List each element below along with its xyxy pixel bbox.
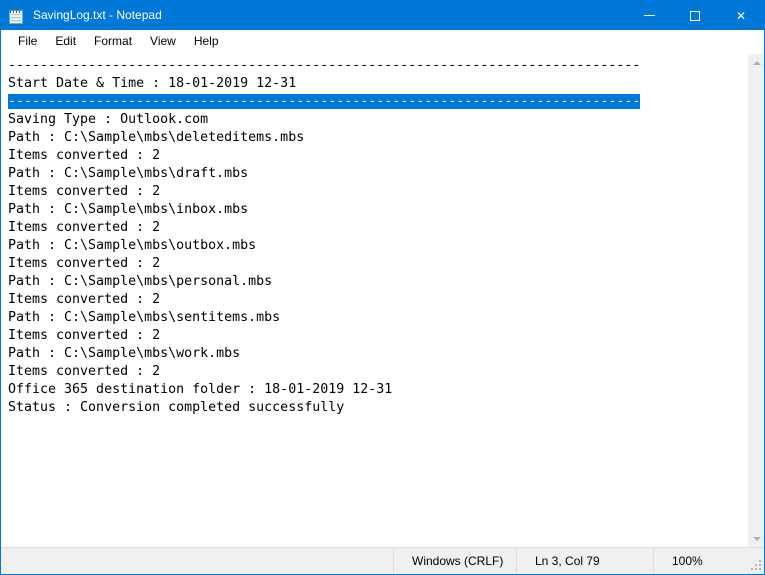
text-editor[interactable]: ----------------------------------------… bbox=[1, 54, 747, 547]
scroll-down-arrow-icon[interactable] bbox=[748, 530, 765, 547]
editor-line: Start Date & Time : 18-01-2019 12-31 bbox=[8, 76, 297, 91]
menu-item-file[interactable]: File bbox=[9, 32, 46, 52]
menu-bar: File Edit Format View Help bbox=[1, 30, 764, 53]
notepad-window: SavingLog.txt - Notepad ✕ File Edit Form… bbox=[0, 0, 765, 575]
minimize-button[interactable] bbox=[626, 1, 672, 30]
editor-line: ----------------------------------------… bbox=[8, 93, 747, 111]
editor-line: Items converted : 2 bbox=[8, 364, 161, 379]
close-icon: ✕ bbox=[735, 8, 747, 23]
editor-line: Path : C:\Sample\mbs\outbox.mbs bbox=[8, 238, 257, 253]
maximize-icon bbox=[690, 10, 700, 21]
editor-line: Items converted : 2 bbox=[8, 148, 161, 163]
window-controls: ✕ bbox=[626, 1, 764, 30]
vertical-scrollbar[interactable] bbox=[747, 54, 764, 547]
maximize-button[interactable] bbox=[672, 1, 718, 30]
editor-line: Items converted : 2 bbox=[8, 220, 161, 235]
editor-line: Items converted : 2 bbox=[8, 292, 161, 307]
editor-area: ----------------------------------------… bbox=[1, 53, 764, 547]
editor-line: Items converted : 2 bbox=[8, 184, 161, 199]
status-spacer bbox=[1, 548, 393, 574]
editor-line: ----------------------------------------… bbox=[8, 58, 641, 73]
editor-line: Path : C:\Sample\mbs\work.mbs bbox=[8, 346, 241, 361]
editor-line: Path : C:\Sample\mbs\draft.mbs bbox=[8, 166, 249, 181]
title-bar[interactable]: SavingLog.txt - Notepad ✕ bbox=[1, 1, 764, 30]
editor-line: Items converted : 2 bbox=[8, 328, 161, 343]
minimize-icon bbox=[643, 15, 655, 16]
editor-line: Saving Type : Outlook.com bbox=[8, 112, 209, 127]
menu-item-view[interactable]: View bbox=[141, 32, 185, 52]
editor-line: Path : C:\Sample\mbs\personal.mbs bbox=[8, 274, 273, 289]
notepad-icon bbox=[9, 7, 25, 24]
menu-item-edit[interactable]: Edit bbox=[46, 32, 85, 52]
editor-line: Office 365 destination folder : 18-01-20… bbox=[8, 382, 393, 397]
status-bar: Windows (CRLF) Ln 3, Col 79 100% bbox=[1, 547, 764, 574]
status-cursor-position: Ln 3, Col 79 bbox=[535, 554, 600, 568]
menu-item-format[interactable]: Format bbox=[85, 32, 141, 52]
close-button[interactable]: ✕ bbox=[718, 1, 764, 30]
resize-grip[interactable] bbox=[750, 560, 761, 571]
window-title: SavingLog.txt - Notepad bbox=[33, 8, 162, 22]
scroll-up-arrow-icon[interactable] bbox=[748, 54, 765, 71]
status-zoom-level: 100% bbox=[672, 554, 703, 568]
editor-line: Path : C:\Sample\mbs\deleteditems.mbs bbox=[8, 130, 305, 145]
editor-line: Items converted : 2 bbox=[8, 256, 161, 271]
editor-line: Path : C:\Sample\mbs\inbox.mbs bbox=[8, 202, 249, 217]
menu-item-help[interactable]: Help bbox=[185, 32, 228, 52]
status-line-ending: Windows (CRLF) bbox=[412, 554, 504, 568]
editor-line: Status : Conversion completed successful… bbox=[8, 400, 345, 415]
selected-text: ----------------------------------------… bbox=[8, 94, 641, 109]
editor-line: Path : C:\Sample\mbs\sentitems.mbs bbox=[8, 310, 281, 325]
